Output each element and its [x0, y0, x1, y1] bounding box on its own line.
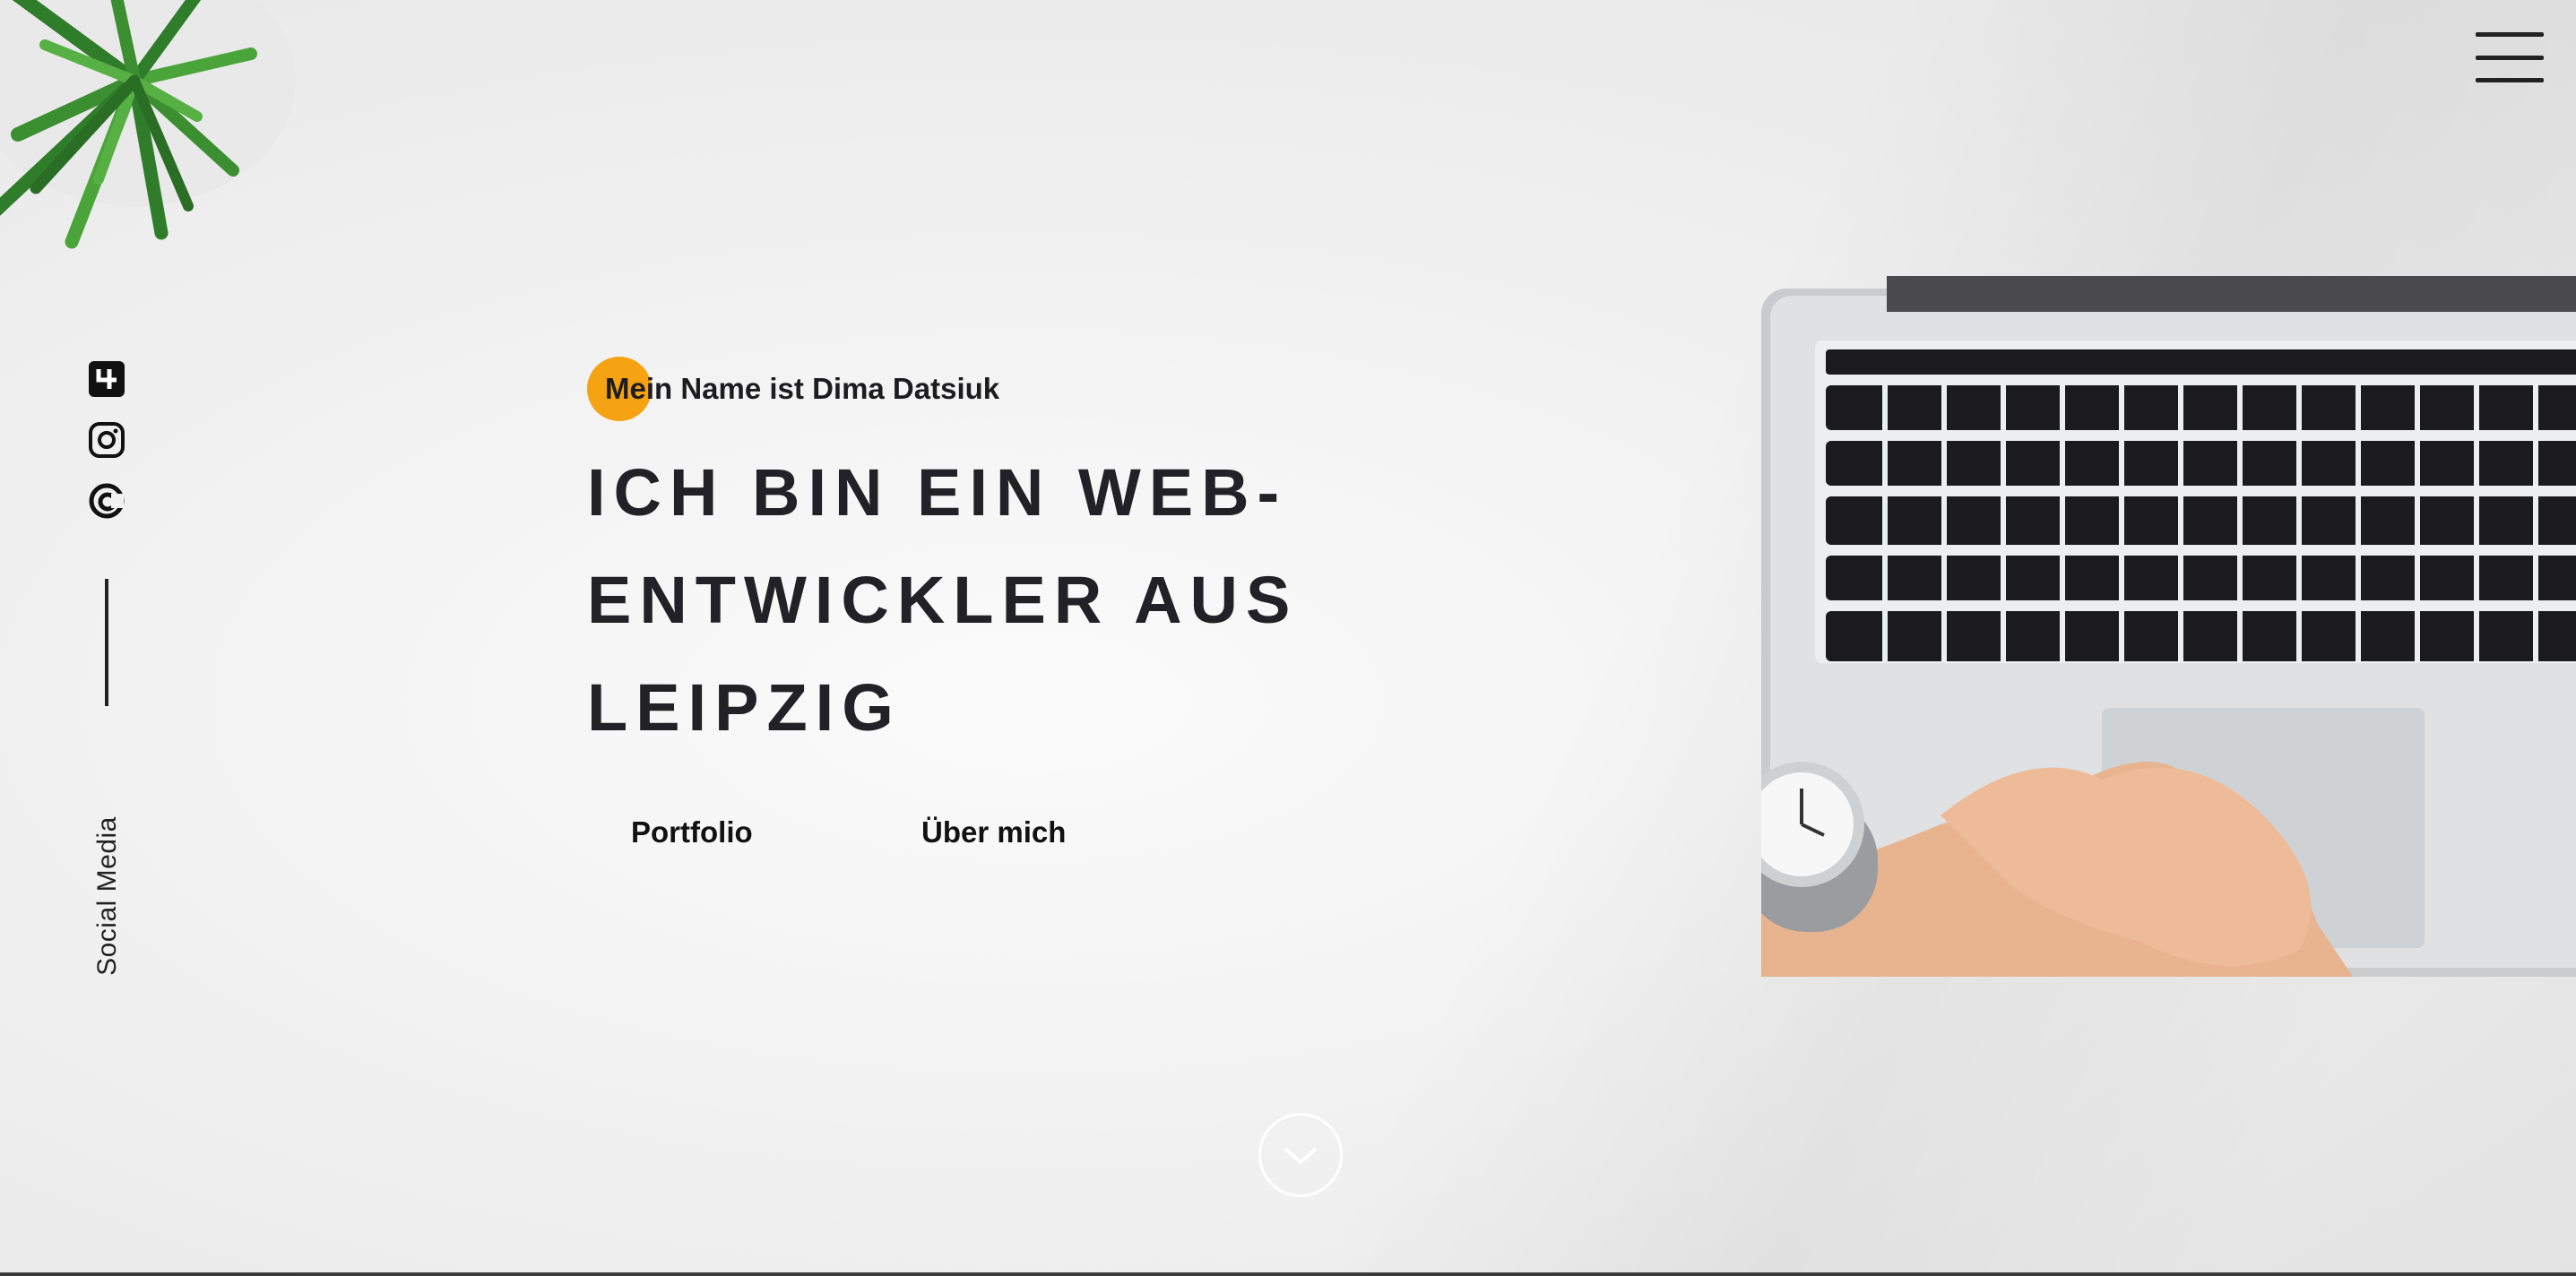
laptop-image — [1761, 276, 2576, 977]
hamburger-menu-icon[interactable] — [2476, 32, 2544, 82]
headline-line: ICH BIN EIN WEB- — [587, 455, 1288, 530]
codepen-c-icon[interactable] — [88, 482, 125, 520]
menu-bar — [2476, 55, 2544, 60]
plant-image — [0, 0, 296, 249]
chevron-down-icon — [1284, 1148, 1317, 1165]
menu-bar — [2476, 32, 2544, 37]
portfolio-button[interactable]: Portfolio — [631, 815, 753, 849]
social-links — [86, 360, 127, 706]
hero-page: Social Media Mein Name ist Dima Datsiuk … — [0, 0, 2576, 1276]
menu-bar — [2476, 78, 2544, 82]
headline-line: LEIPZIG — [587, 670, 902, 745]
page-title: ICH BIN EIN WEB- ENTWICKLER AUS LEIPZIG — [587, 439, 1394, 762]
headline-line: ENTWICKLER AUS — [587, 563, 1299, 637]
instagram-icon[interactable] — [88, 421, 125, 459]
intro: Mein Name ist Dima Datsiuk — [587, 357, 999, 421]
scroll-down-button[interactable] — [1258, 1113, 1343, 1197]
bottom-border — [0, 1272, 2576, 1276]
social-media-label: Social Media — [92, 816, 122, 976]
social-divider — [105, 579, 108, 706]
about-button[interactable]: Über mich — [921, 815, 1066, 849]
intro-text: Mein Name ist Dima Datsiuk — [605, 372, 1000, 405]
profile-square-icon[interactable] — [88, 360, 125, 398]
